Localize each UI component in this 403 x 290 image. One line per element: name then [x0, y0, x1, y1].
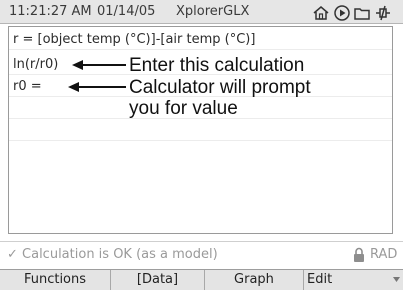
message-bar: ✓ Calculation is OK (as a model) RAD [0, 241, 403, 269]
data-softkey[interactable]: [Data] [111, 270, 205, 290]
clock-date: 01/14/05 [97, 4, 156, 19]
calculator-panel: r = [object temp (°C)]-[air temp (°C)] l… [8, 26, 393, 234]
calculation-status: ✓ Calculation is OK (as a model) [7, 247, 218, 262]
power-icon [374, 4, 392, 22]
calc-line-5[interactable] [9, 121, 392, 141]
app-title: XplorerGLX [176, 4, 250, 19]
calculation-status-text: Calculation is OK (as a model) [22, 247, 218, 262]
calc-line-1[interactable]: r = [object temp (°C)]-[air temp (°C)] [9, 30, 392, 50]
chevron-down-icon[interactable] [393, 277, 400, 282]
status-bar: 11:21:27 AM 01/14/05 XplorerGLX [0, 0, 403, 24]
graph-softkey[interactable]: Graph [205, 270, 304, 290]
annotation-prompt-value: you for value [129, 98, 238, 119]
softkey-bar: Functions [Data] Graph Edit [0, 269, 403, 290]
play-icon[interactable] [333, 4, 351, 22]
functions-softkey[interactable]: Functions [0, 270, 111, 290]
lock-icon [354, 247, 364, 262]
arrow-left-icon [68, 82, 126, 92]
annotation-enter-calculation: Enter this calculation [129, 55, 305, 76]
annotation-calculator-prompt: Calculator will prompt [129, 77, 311, 98]
folder-icon[interactable] [353, 4, 371, 22]
angle-mode: RAD [370, 247, 398, 262]
clock-time: 11:21:27 AM [9, 4, 92, 19]
edit-softkey[interactable]: Edit [304, 270, 403, 290]
home-icon[interactable] [312, 4, 330, 22]
arrow-left-icon [72, 60, 126, 70]
